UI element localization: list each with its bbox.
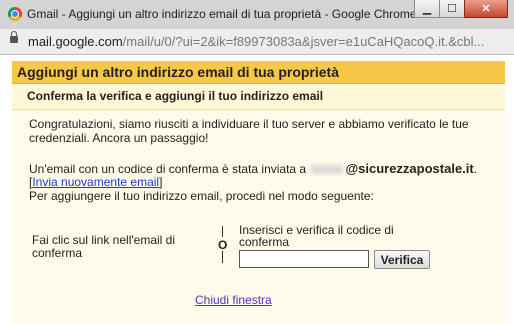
address-bar[interactable]: mail.google.com/mail/u/0/?ui=2&ik=f89973… (0, 29, 514, 55)
option-link-text: Fai clic sul link nell'email di conferma (32, 233, 176, 260)
window-title: Gmail - Aggiungi un altro indirizzo emai… (27, 7, 417, 21)
option-code-text: Inserisci e verifica il codice di confer… (239, 223, 394, 249)
dialog-subtitle: Conferma la verifica e aggiungi il tuo i… (27, 89, 324, 103)
email-domain: @sicurezzapostale.it (345, 161, 474, 176)
chrome-icon (8, 7, 22, 21)
resend-row: [Invia nuovamente email] (29, 175, 163, 189)
email-suffix: . (473, 162, 478, 176)
dialog-header: Aggiungi un altro indirizzo email di tua… (12, 61, 505, 84)
resend-email-link[interactable]: Invia nuovamente email (32, 175, 159, 189)
window-titlebar: Gmail - Aggiungi un altro indirizzo emai… (0, 0, 514, 29)
confirmation-code-input[interactable] (239, 250, 369, 268)
or-label: O (218, 238, 228, 252)
dialog-content: Aggiungi un altro indirizzo email di tua… (0, 55, 514, 324)
close-window-link[interactable]: Chiudi finestra (195, 293, 272, 307)
redacted-email-user (311, 165, 344, 175)
dialog-title: Aggiungi un altro indirizzo email di tua… (17, 64, 340, 80)
instructions-text: Per aggiungere il tuo indirizzo email, p… (29, 189, 374, 203)
window-controls: ▁ ☐ ✕ (414, 0, 508, 20)
lock-icon (10, 31, 18, 43)
sent-notice: Un'email con un codice di conferma è sta… (29, 161, 477, 176)
dialog-subheader: Conferma la verifica e aggiungi il tuo i… (12, 84, 505, 110)
intro-text: Congratulazioni, siamo riusciti a indivi… (29, 117, 469, 145)
sent-text: Un'email con un codice di conferma è sta… (29, 162, 307, 176)
url-host: mail.google.com (28, 34, 123, 49)
dialog-body: Congratulazioni, siamo riusciti a indivi… (12, 110, 505, 324)
or-divider-top (222, 226, 223, 237)
verify-button[interactable]: Verifica (374, 250, 430, 269)
close-window-button[interactable]: ✕ (464, 0, 508, 18)
maximize-button[interactable]: ☐ (439, 0, 465, 18)
url-path: /mail/u/0/?ui=2&ik=f89973083a&jsver=e1uC… (122, 34, 485, 49)
minimize-button[interactable]: ▁ (414, 0, 440, 18)
or-divider-bottom (222, 251, 223, 263)
url-text[interactable]: mail.google.com/mail/u/0/?ui=2&ik=f89973… (28, 34, 484, 49)
